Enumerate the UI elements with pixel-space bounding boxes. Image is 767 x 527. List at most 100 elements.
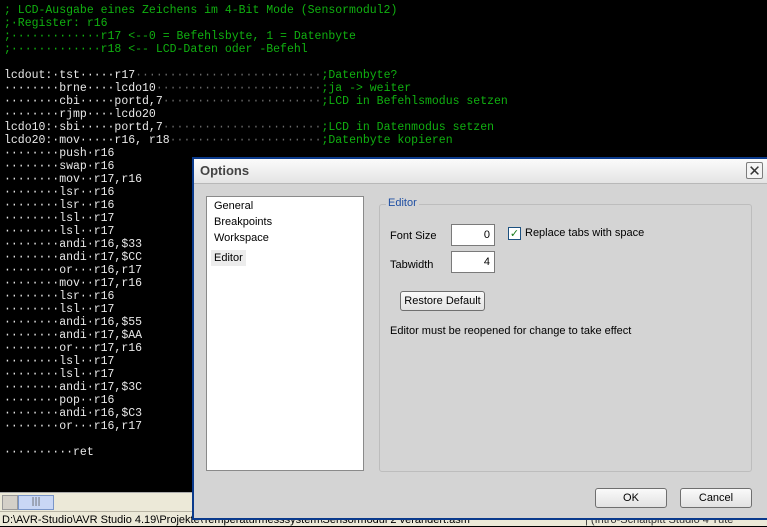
code-comment: ;·············r17 <--0 = Befehlsbyte, 1 … <box>4 30 356 43</box>
code-token: ········lsr··r16 <box>4 186 115 199</box>
code-comment: ;LCD in Befehlsmodus setzen <box>321 95 508 108</box>
code-line: ········lsl··r17 <box>4 212 114 225</box>
tabwidth-input[interactable]: 4 <box>451 251 495 273</box>
scroll-left-button[interactable] <box>2 495 18 510</box>
code-token: ········lsr··r16 <box>4 199 115 212</box>
code-token: lcdo10:·sbi·····portd,7 <box>4 121 163 134</box>
code-token: ········andi·r16,$C3 <box>4 407 143 420</box>
font-size-label: Font Size <box>390 230 437 242</box>
code-line: ········lsr··r16 <box>4 290 114 303</box>
close-icon: ✕ <box>748 162 761 180</box>
code-token: ········push·r16 <box>4 147 115 160</box>
code-line: lcdout:·tst·····r17·····················… <box>4 69 397 82</box>
code-token: ········rjmp····lcdo20 <box>4 108 156 121</box>
tabwidth-label: Tabwidth <box>390 259 434 271</box>
whitespace-marker: ······················· <box>162 121 322 134</box>
category-list[interactable]: General Breakpoints Workspace Editor <box>206 196 364 471</box>
replace-tabs-checkbox[interactable]: ✓ <box>508 227 521 240</box>
code-line: ········andi·r16,$C3 <box>4 407 142 420</box>
code-line: ········lsr··r16 <box>4 186 114 199</box>
replace-tabs-label[interactable]: Replace tabs with space <box>525 227 644 239</box>
code-comment: ;Datenbyte kopieren <box>321 134 453 147</box>
code-line: ········lsl··r17 <box>4 368 114 381</box>
code-token: ········lsl··r17 <box>4 368 115 381</box>
code-token: ········andi·r17,$3C <box>4 381 143 394</box>
code-token: ········lsl··r17 <box>4 212 115 225</box>
checkmark-icon: ✓ <box>509 227 520 240</box>
code-token: ········andi·r16,$33 <box>4 238 143 251</box>
code-line: ········or···r16,r17 <box>4 420 142 433</box>
code-line: ; LCD-Ausgabe eines Zeichens im 4-Bit Mo… <box>4 4 397 17</box>
code-line: ········lsr··r16 <box>4 199 114 212</box>
code-line: ;·············r18 <-- LCD-Daten oder -Be… <box>4 43 308 56</box>
ok-button[interactable]: OK <box>595 488 667 508</box>
category-item-editor[interactable]: Editor <box>211 250 246 266</box>
code-line: lcdo10:·sbi·····portd,7·················… <box>4 121 494 134</box>
code-line: ········mov··r17,r16 <box>4 277 142 290</box>
code-comment: ;·Register: r16 <box>4 17 108 30</box>
code-token: ········andi·r17,$AA <box>4 329 143 342</box>
category-item-workspace[interactable]: Workspace <box>207 230 363 246</box>
code-token: ········or···r17,r16 <box>4 342 143 355</box>
editor-note: Editor must be reopened for change to ta… <box>390 325 632 337</box>
font-size-input[interactable]: 0 <box>451 224 495 246</box>
code-line: ········brne····lcdo10··················… <box>4 82 411 95</box>
code-line: ········andi·r17,$AA <box>4 329 142 342</box>
code-line: ········lsl··r17 <box>4 225 114 238</box>
restore-default-button[interactable]: Restore Default <box>400 291 485 311</box>
close-button[interactable]: ✕ <box>746 162 763 179</box>
code-token: ··········ret <box>4 446 94 459</box>
code-line: ········andi·r17,$CC <box>4 251 142 264</box>
editor-settings-group: Editor <box>379 197 752 472</box>
category-item-general[interactable]: General <box>207 198 363 214</box>
code-comment: ; LCD-Ausgabe eines Zeichens im 4-Bit Mo… <box>4 4 398 17</box>
options-dialog: Options ✕ General Breakpoints Workspace Edi… <box>192 157 767 520</box>
whitespace-marker: ··························· <box>135 69 322 82</box>
code-token: ········cbi·····portd,7 <box>4 95 163 108</box>
code-token: ········lsr··r16 <box>4 290 115 303</box>
code-line: ········andi·r16,$55 <box>4 316 142 329</box>
whitespace-marker: ······················· <box>162 95 322 108</box>
code-token: ········mov··r17,r16 <box>4 277 143 290</box>
code-line: lcdo20:·mov·····r16, r18················… <box>4 134 453 147</box>
code-line: ········lsl··r17 <box>4 355 114 368</box>
code-token: lcdo20:·mov·····r16, r18 <box>4 134 170 147</box>
code-line: ··········ret <box>4 446 94 459</box>
code-token: lcdout:·tst·····r17 <box>4 69 136 82</box>
code-token: ········andi·r16,$55 <box>4 316 143 329</box>
scrollbar-thumb[interactable]: ||| <box>18 495 54 510</box>
code-line: ········lsl··r17 <box>4 303 114 316</box>
code-token: ········lsl··r17 <box>4 225 115 238</box>
code-line: ········andi·r17,$3C <box>4 381 142 394</box>
code-token: ········lsl··r17 <box>4 355 115 368</box>
code-token: ········or···r16,r17 <box>4 420 143 433</box>
code-token: ········or···r16,r17 <box>4 264 143 277</box>
code-line: ;·············r17 <--0 = Befehlsbyte, 1 … <box>4 30 356 43</box>
code-line: ········mov··r17,r16 <box>4 173 142 186</box>
code-token: ········swap·r16 <box>4 160 115 173</box>
code-line: ;·Register: r16 <box>4 17 108 30</box>
code-token: ········andi·r17,$CC <box>4 251 143 264</box>
dialog-titlebar[interactable]: Options ✕ <box>194 159 767 184</box>
code-comment: ;Datenbyte? <box>321 69 398 82</box>
code-token: ········brne····lcdo10 <box>4 82 156 95</box>
code-line: ········or···r17,r16 <box>4 342 142 355</box>
code-line: ········pop··r16 <box>4 394 114 407</box>
category-item-breakpoints[interactable]: Breakpoints <box>207 214 363 230</box>
group-title: Editor <box>386 197 419 209</box>
code-line: ········or···r16,r17 <box>4 264 142 277</box>
code-token: ········lsl··r17 <box>4 303 115 316</box>
code-comment: ;ja -> weiter <box>321 82 412 95</box>
code-line: ········cbi·····portd,7·················… <box>4 95 508 108</box>
code-line: ········swap·r16 <box>4 160 114 173</box>
code-line: ········andi·r16,$33 <box>4 238 142 251</box>
code-comment: ;·············r18 <-- LCD-Daten oder -Be… <box>4 43 308 56</box>
dialog-title: Options <box>200 163 250 178</box>
code-token: ········pop··r16 <box>4 394 115 407</box>
whitespace-marker: ························ <box>155 82 322 95</box>
code-token: ········mov··r17,r16 <box>4 173 143 186</box>
code-comment: ;LCD in Datenmodus setzen <box>321 121 494 134</box>
whitespace-marker: ······················ <box>169 134 322 147</box>
cancel-button[interactable]: Cancel <box>680 488 752 508</box>
code-line: ········rjmp····lcdo20 <box>4 108 156 121</box>
